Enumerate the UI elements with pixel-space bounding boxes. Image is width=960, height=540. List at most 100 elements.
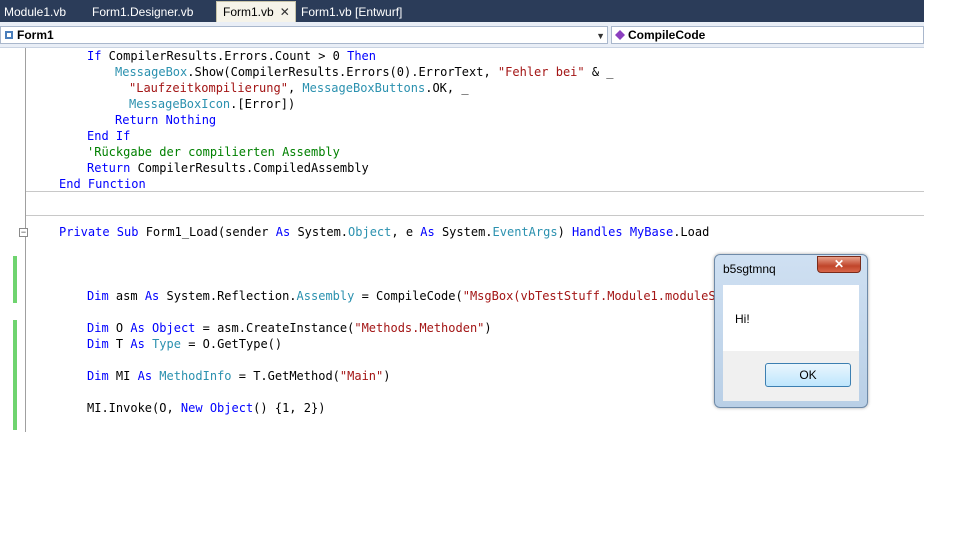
code-token: As [130,337,145,351]
code-token: .Load [673,225,710,239]
code-token: System. [434,225,493,239]
method-name-value: CompileCode [628,28,706,42]
code-token: MessageBoxButtons [302,81,426,95]
code-token: MyBase [629,225,674,239]
code-token: End If [87,129,131,143]
chevron-down-icon[interactable]: ▼ [596,28,605,44]
code-line: Dim O As Object = asm.CreateInstance("Me… [87,320,492,336]
code-token: "Laufzeitkompilierung" [129,81,288,95]
code-token: "Fehler bei" [497,65,585,79]
code-token: New Object [180,401,254,415]
ok-button[interactable]: OK [765,363,851,387]
tab-label: Form1.Designer.vb [92,5,194,19]
code-token: 'Rückgabe der compilierten Assembly [87,145,340,159]
code-line: MI.Invoke(O, New Object() {1, 2}) [87,400,325,416]
tab-label: Form1.vb [223,5,274,19]
procedure-separator [26,191,924,192]
code-token: = O.GetType() [180,337,283,351]
dialog-content: Hi! [723,285,859,351]
code-token: As Object [130,321,196,335]
code-line: End Function [59,176,146,192]
code-line: 'Rückgabe der compilierten Assembly [87,144,340,160]
tab-form1-vb[interactable]: Form1.vb ✕ [216,1,296,22]
class-name-value: Form1 [17,28,54,42]
code-token: Object [348,225,392,239]
code-token: = asm.CreateInstance( [195,321,355,335]
method-icon [615,30,625,40]
code-token: Type [152,337,181,351]
code-token: Dim [87,321,109,335]
collapse-icon[interactable]: − [19,228,28,237]
navigation-bar: Form1 ▼ CompileCode [0,22,924,48]
code-line: Private Sub Form1_Load(sender As System.… [59,224,709,240]
code-line: Dim asm As System.Reflection.Assembly = … [87,288,737,304]
code-token: If [87,49,102,63]
tab-module1[interactable]: Module1.vb [0,2,72,22]
code-token: .[Error]) [230,97,296,111]
code-line: MessageBox.Show(CompilerResults.Errors(0… [115,64,614,80]
code-line: Dim T As Type = O.GetType() [87,336,282,352]
code-line: End If [87,128,130,144]
code-token: O [108,321,131,335]
code-token: Dim [87,369,109,383]
code-line: Return Nothing [115,112,216,128]
code-token: .OK, _ [425,81,469,95]
code-token: Dim [87,337,109,351]
close-icon[interactable]: ✕ [280,2,290,22]
code-token: As [275,225,291,239]
code-line: "Laufzeitkompilierung", MessageBoxButton… [129,80,469,96]
code-line: MessageBoxIcon.[Error]) [129,96,295,112]
code-token: "Methods.Methoden" [354,321,485,335]
method-name-dropdown[interactable]: CompileCode [611,26,924,44]
code-token: CompilerResults.CompiledAssembly [130,161,369,175]
close-icon[interactable]: ✕ [817,256,861,273]
change-indicator [13,320,17,430]
code-token: MessageBoxIcon [129,97,231,111]
code-token: As [420,225,435,239]
code-token: Form1_Load(sender [138,225,276,239]
code-token: asm [108,289,145,303]
code-token: , [287,81,303,95]
code-token: ) [484,321,492,335]
code-token: MessageBox [115,65,188,79]
outline-margin [25,48,26,432]
code-line: If CompilerResults.Errors.Count > 0 Then [87,48,376,64]
tab-label: Form1.vb [Entwurf] [301,5,403,19]
tab-label: Module1.vb [4,5,67,19]
code-token: T [108,337,131,351]
code-line: Dim MI As MethodInfo = T.GetMethod("Main… [87,368,391,384]
code-token: System. [290,225,349,239]
tab-form1-designer[interactable]: Form1.Designer.vb [86,2,199,22]
code-token: Private Sub [59,225,139,239]
code-token: & _ [584,65,614,79]
code-token: As [144,289,160,303]
change-indicator [13,256,17,303]
code-token: = T.GetMethod( [231,369,340,383]
code-token: Handles [572,225,623,239]
code-token: () {1, 2}) [253,401,326,415]
code-token: MI [108,369,138,383]
tab-form1-entwurf[interactable]: Form1.vb [Entwurf] [295,2,408,22]
code-token: MI.Invoke(O, [87,401,181,415]
message-box-dialog: b5sgtmnq ✕ Hi! OK [714,254,868,408]
code-token: ) [557,225,573,239]
code-token: "Main" [339,369,384,383]
code-token: CompilerResults.Errors.Count > 0 [101,49,348,63]
code-token: EventArgs [492,225,558,239]
code-token: System.Reflection. [159,289,297,303]
class-icon [5,31,13,39]
class-name-dropdown[interactable]: Form1 ▼ [0,26,608,44]
dialog-message: Hi! [735,312,750,326]
code-token: Return [87,161,131,175]
code-token: As [137,369,153,383]
code-token: .Show(CompilerResults.Errors(0).ErrorTex… [187,65,498,79]
code-token: = CompileCode( [354,289,463,303]
procedure-separator [26,215,924,216]
code-token: Assembly [296,289,355,303]
code-token: ) [383,369,391,383]
code-line: Return CompilerResults.CompiledAssembly [87,160,369,176]
document-tab-strip: Module1.vb Form1.Designer.vb Form1.vb ✕ F… [0,0,924,22]
code-token: "MsgBox(vbTestStuff.Module1.moduleStri [462,289,738,303]
